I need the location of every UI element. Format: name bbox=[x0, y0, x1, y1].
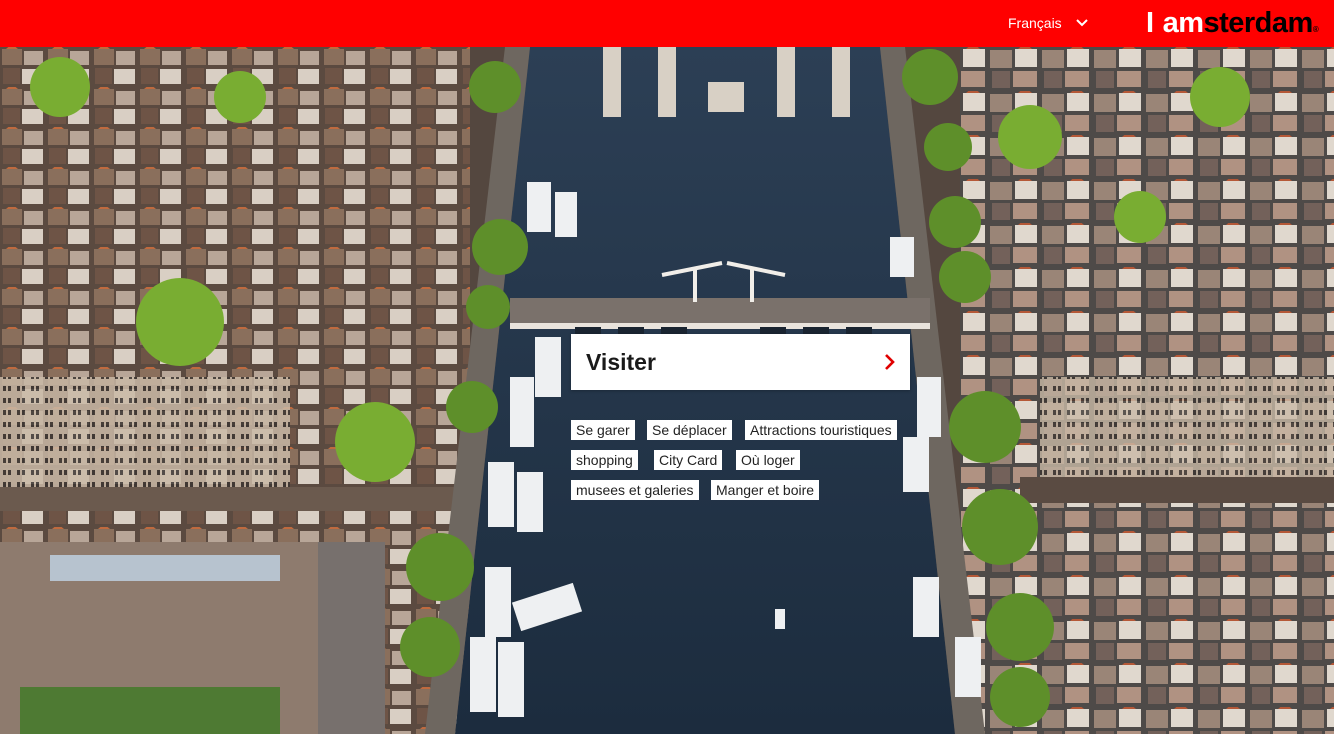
language-label: Français bbox=[1008, 15, 1062, 31]
tag-musees-et-galeries[interactable]: musees et galeries bbox=[571, 480, 699, 500]
top-header-bar: Français I amsterdam ® bbox=[0, 0, 1334, 47]
tag-city-card[interactable]: City Card bbox=[654, 450, 723, 470]
tag-shopping[interactable]: shopping bbox=[571, 450, 638, 470]
tag-attractions-touristiques[interactable]: Attractions touristiques bbox=[745, 420, 897, 440]
tag-manger-et-boire[interactable]: Manger et boire bbox=[711, 480, 820, 500]
tag-se-deplacer[interactable]: Se déplacer bbox=[647, 420, 732, 440]
chevron-right-icon bbox=[885, 354, 895, 370]
tag-ou-loger[interactable]: Où loger bbox=[736, 450, 800, 470]
logo-word-am: am bbox=[1162, 7, 1204, 39]
visit-title: Visiter bbox=[586, 348, 656, 375]
i-amsterdam-logo[interactable]: I amsterdam ® bbox=[1146, 5, 1319, 41]
logo-prefix: I bbox=[1146, 7, 1154, 39]
chevron-down-icon bbox=[1075, 19, 1088, 27]
hero-aerial-image bbox=[0, 47, 1334, 734]
visit-card[interactable]: Visiter bbox=[571, 334, 910, 390]
aerial-canal-illustration bbox=[0, 47, 1334, 734]
logo-word-sterdam: sterdam bbox=[1203, 7, 1313, 39]
logo-word: amsterdam bbox=[1162, 5, 1314, 41]
language-selector[interactable]: Français bbox=[1008, 13, 1088, 33]
logo-registered-mark: ® bbox=[1312, 25, 1319, 34]
tag-se-garer[interactable]: Se garer bbox=[571, 420, 635, 440]
